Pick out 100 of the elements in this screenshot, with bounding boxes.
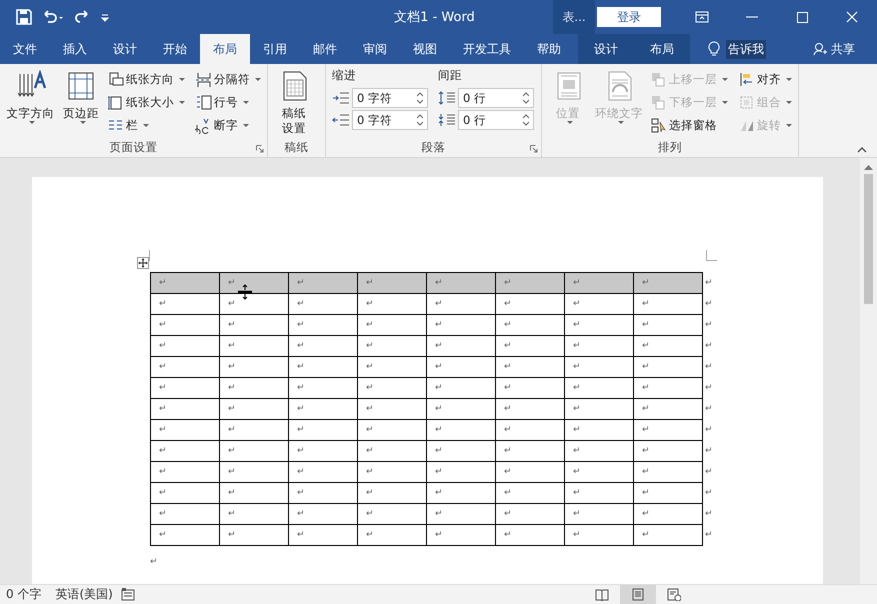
table-cell: ↵ [288,398,358,420]
table-cell: ↵ [288,504,358,524]
table-cell: ↵ [564,398,634,420]
table-cell: ↵ [496,462,564,482]
table-cell: ↵ [150,314,220,336]
table-cell: ↵ [426,420,496,440]
table-cell: ↵ [358,504,426,524]
table-cell: ↵ [564,420,634,440]
table-cell: ↵ [634,356,702,378]
undo-icon[interactable] [42,9,64,25]
maximize-icon[interactable] [796,12,808,22]
language-indicator[interactable]: 英语(美国) [49,586,121,603]
ribbon-button[interactable]: 稿纸设置 [272,68,316,139]
ribbon-display-icon[interactable] [695,11,709,23]
ribbon-tab[interactable]: 设计 [100,34,150,64]
caret-icon [243,101,249,104]
table-cell: ↵ [150,336,220,356]
save-icon[interactable] [16,9,32,25]
ribbon-tab[interactable]: 审阅 [350,34,400,64]
field-label: 间距 [438,68,463,84]
minimize-icon[interactable] [746,16,758,18]
ribbon-button[interactable]: 选择窗格 [648,114,730,137]
customize-icon[interactable] [100,12,110,22]
spinner-icon[interactable] [523,92,529,104]
ribbon-tab[interactable]: 邮件 [300,34,350,64]
ribbon-tab[interactable]: 文件 [0,34,50,64]
ribbon-button[interactable]: 分隔符 [193,68,263,91]
ribbon-button[interactable]: 纸张方向 [105,68,187,91]
scroll-thumb[interactable] [864,174,873,304]
spinner-icon[interactable] [417,114,423,126]
table-cell: ↵ [426,482,496,504]
table-cell: ↵ [220,462,288,482]
spin-field[interactable]: 0 字符 [352,88,428,108]
ribbon-tab[interactable]: 视图 [400,34,450,64]
row-end-mark: ↵ [702,314,714,336]
move-handle-icon[interactable] [137,257,149,269]
table-cell: ↵ [634,462,702,482]
table-cell: ↵ [564,294,634,314]
table-cell: ↵ [220,272,288,294]
macro-icon[interactable] [120,588,135,601]
scroll-up-icon[interactable] [864,164,873,170]
word-count[interactable]: 0 个字 [0,586,50,603]
row-end-mark: ↵ [702,462,714,482]
table-cell: ↵ [496,440,564,462]
ribbon-tab[interactable]: 开始 [150,34,200,64]
collapse-icon[interactable] [857,147,867,153]
dialog-launcher-icon[interactable] [530,145,538,153]
group-label: 页面设置 [110,139,158,156]
table-cell: ↵ [150,272,220,294]
table-cell: ↵ [150,356,220,378]
table-cell: ↵ [150,462,220,482]
spin-field[interactable]: 0 字符 [352,110,428,130]
table-cell: ↵ [426,398,496,420]
dialog-launcher-icon[interactable] [256,145,264,153]
ribbon-tab[interactable]: 布局 [200,34,250,64]
lightbulb-icon [708,41,720,57]
indent-icon [332,91,350,105]
ribbon-button[interactable]: 文字方向 [4,68,57,139]
redo-icon[interactable] [74,9,90,25]
table-cell: ↵ [358,482,426,504]
row-end-mark: ↵ [702,336,714,356]
ribbon-button[interactable]: 页边距 [59,68,103,139]
ribbon-button[interactable]: 对齐 [736,68,794,91]
spin-field[interactable]: 0 行 [458,110,534,130]
spin-field[interactable]: 0 行 [458,88,534,108]
table-cell: ↵ [496,504,564,524]
ribbon-tab[interactable]: 设计 [578,34,634,64]
spinner-icon[interactable] [523,114,529,126]
ribbon-tab[interactable]: 引用 [250,34,300,64]
ribbon-button[interactable]: 行号 [193,91,263,114]
table-cell: ↵ [564,356,634,378]
table-cell: ↵ [634,398,702,420]
ribbon-tab[interactable]: 开发工具 [450,34,524,64]
table-cell: ↵ [288,462,358,482]
table-cell: ↵ [288,336,358,356]
ribbon-button[interactable]: 栏 [105,114,187,137]
ribbon-tab[interactable]: 帮助 [524,34,574,64]
table-cell: ↵ [634,272,702,294]
table-cell: ↵ [150,420,220,440]
line-spacing-icon [438,113,456,127]
row-end-mark: ↵ [702,504,714,524]
table-cell: ↵ [288,356,358,378]
indent-icon [332,113,350,127]
table-cell: ↵ [220,378,288,398]
line-spacing-icon [438,91,456,105]
ribbon-tab[interactable]: 布局 [634,34,690,64]
table-cell: ↵ [634,314,702,336]
view-button[interactable] [620,585,656,604]
ribbon-button[interactable]: 纸张大小 [105,91,187,114]
sign-in-button[interactable]: 登录 [597,7,661,27]
ribbon-button[interactable]: 断字 [193,114,263,137]
table-cell: ↵ [426,272,496,294]
share-button[interactable]: 共享 [813,34,855,64]
spinner-icon[interactable] [417,92,423,104]
ribbon-tab[interactable]: 插入 [50,34,100,64]
tell-me-field[interactable]: 告诉我 [726,40,766,58]
group-label: 稿纸 [284,139,308,156]
close-icon[interactable] [846,11,858,23]
table-cell: ↵ [426,336,496,356]
table-cell: ↵ [358,398,426,420]
